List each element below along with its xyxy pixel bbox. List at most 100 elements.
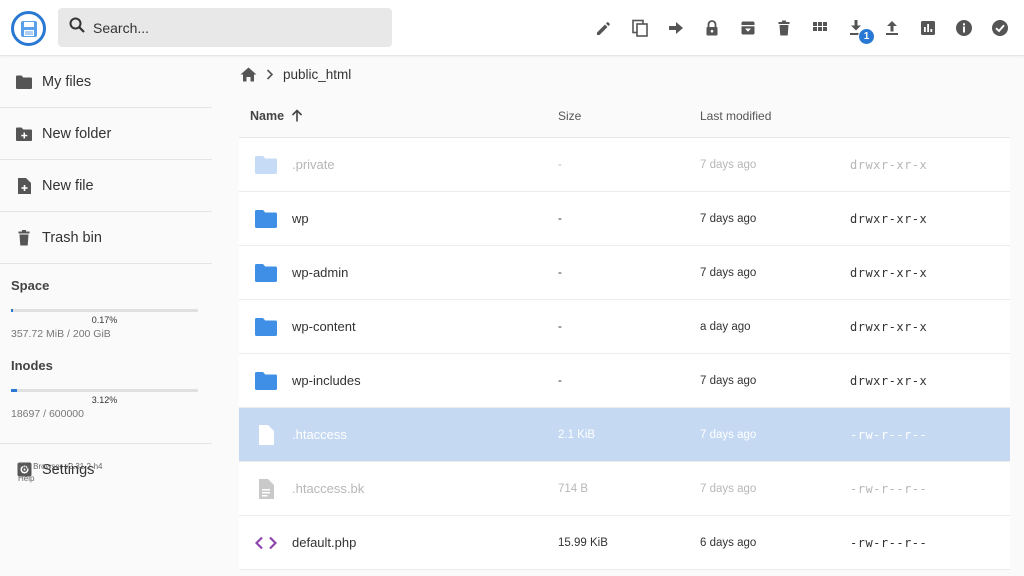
cell-name: .htaccess.bk (239, 476, 558, 502)
file-size: 2.1 KiB (558, 428, 596, 441)
folder-icon (253, 260, 279, 286)
file-size: - (558, 374, 562, 387)
upload-icon[interactable] (874, 14, 910, 42)
cell-name: wp-admin (239, 260, 558, 286)
breadcrumb-current[interactable]: public_html (283, 67, 351, 82)
inodes-title: Inodes (11, 358, 53, 373)
sidebar: My files New folder New file Trash bin S… (0, 56, 212, 576)
table-row[interactable]: wp-admin - 7 days ago drwxr-xr-x (239, 246, 1010, 300)
table-row[interactable]: wp-content - a day ago drwxr-xr-x (239, 300, 1010, 354)
top-bar: 1 (0, 0, 1024, 56)
table-row[interactable]: wp - 7 days ago drwxr-xr-x (239, 192, 1010, 246)
delete-icon[interactable] (766, 14, 802, 42)
file-size: - (558, 266, 562, 279)
sidebar-item-label: Trash bin (42, 229, 102, 246)
sidebar-item-my-files[interactable]: My files (0, 56, 212, 108)
space-progress-bar (11, 309, 198, 312)
file-modified: 7 days ago (700, 158, 757, 171)
space-text: 357.72 MiB / 200 GiB (11, 328, 111, 340)
file-name: .private (292, 157, 335, 172)
table-row[interactable]: .htaccess 2.1 KiB 7 days ago -rw-r--r-- (239, 408, 1010, 462)
edit-icon[interactable] (586, 14, 622, 42)
search-icon (69, 17, 85, 38)
inodes-progress-fill (11, 389, 17, 392)
new-file-icon (15, 177, 33, 195)
cell-name: wp-content (239, 314, 558, 340)
file-icon (253, 422, 279, 448)
lock-icon[interactable] (694, 14, 730, 42)
file-modified: a day ago (700, 320, 751, 333)
chevron-right-icon (266, 68, 274, 80)
file-permissions: drwxr-xr-x (850, 265, 928, 280)
cell-name: .private (239, 152, 558, 178)
sidebar-item-new-folder[interactable]: New folder (0, 108, 212, 160)
table-row[interactable]: default.php 15.99 KiB 6 days ago -rw-r--r-- (239, 516, 1010, 570)
folder-icon (253, 314, 279, 340)
file-name: wp-content (292, 319, 356, 334)
help-link[interactable]: Help (18, 473, 102, 485)
file-permissions: drwxr-xr-x (850, 211, 928, 226)
cell-name: .htaccess (239, 422, 558, 448)
file-modified: 7 days ago (700, 428, 757, 441)
inodes-progress-bar (11, 389, 198, 392)
listing-rows: .private - 7 days ago drwxr-xr-x wp - 7 days a… (239, 138, 1010, 570)
sort-arrow-up-icon (291, 109, 303, 122)
column-name[interactable]: Name (239, 109, 558, 123)
search-box[interactable] (58, 8, 392, 47)
home-icon[interactable] (240, 67, 257, 82)
sidebar-item-label: New folder (42, 125, 112, 142)
file-permissions: drwxr-xr-x (850, 157, 928, 172)
file-name: .htaccess.bk (292, 481, 365, 496)
grid-view-icon[interactable] (802, 14, 838, 42)
inodes-percent: 3.12% (91, 395, 118, 405)
select-all-icon[interactable] (982, 14, 1018, 42)
info-icon[interactable] (946, 14, 982, 42)
file-permissions: -rw-r--r-- (850, 535, 928, 550)
file-permissions: -rw-r--r-- (850, 481, 928, 496)
listing-header: Name Size Last modified (239, 94, 1010, 138)
download-icon[interactable]: 1 (838, 14, 875, 45)
table-row[interactable]: wp-includes - 7 days ago drwxr-xr-x (239, 354, 1010, 408)
breadcrumb: public_html (240, 64, 351, 84)
file-name: .htaccess (292, 427, 347, 442)
folder-icon (253, 152, 279, 178)
file-modified: 6 days ago (700, 536, 757, 549)
search-input[interactable] (93, 19, 373, 36)
space-percent: 0.17% (91, 315, 118, 325)
file-icon (253, 476, 279, 502)
sidebar-item-label: My files (42, 73, 92, 90)
column-name-label: Name (250, 108, 285, 123)
folder-icon (253, 368, 279, 394)
folder-icon (253, 206, 279, 232)
cell-name: default.php (239, 530, 558, 556)
column-modified[interactable]: Last modified (700, 109, 840, 123)
stats-icon[interactable] (910, 14, 946, 42)
file-permissions: drwxr-xr-x (850, 373, 928, 388)
toolbar: 1 (586, 14, 1018, 45)
space-usage: Space 0.17% 357.72 MiB / 200 GiB (0, 278, 212, 340)
cell-name: wp (239, 206, 558, 232)
move-icon[interactable] (658, 14, 694, 42)
file-listing: Name Size Last modified .private - 7 days … (239, 94, 1010, 570)
folder-icon (15, 73, 33, 91)
file-size: 714 B (558, 482, 589, 495)
download-count-badge: 1 (858, 28, 875, 45)
sidebar-item-trash-bin[interactable]: Trash bin (0, 212, 212, 264)
table-row[interactable]: .private - 7 days ago drwxr-xr-x (239, 138, 1010, 192)
inodes-text: 18697 / 600000 (11, 408, 84, 420)
file-permissions: drwxr-xr-x (850, 319, 928, 334)
table-row[interactable]: .htaccess.bk 714 B 7 days ago -rw-r--r-- (239, 462, 1010, 516)
copy-icon[interactable] (622, 14, 658, 42)
file-size: - (558, 158, 562, 171)
file-modified: 7 days ago (700, 482, 757, 495)
archive-icon[interactable] (730, 14, 766, 42)
sidebar-footer: File Browser v2.31.2-h4 Help (18, 461, 102, 485)
inodes-usage: Inodes 3.12% 18697 / 600000 (0, 358, 212, 420)
column-size[interactable]: Size (558, 109, 700, 123)
file-name: wp-admin (292, 265, 349, 280)
trash-icon (15, 229, 33, 247)
sidebar-item-new-file[interactable]: New file (0, 160, 212, 212)
code-icon (253, 530, 279, 556)
app-logo[interactable] (11, 11, 46, 46)
file-name: wp-includes (292, 373, 361, 388)
